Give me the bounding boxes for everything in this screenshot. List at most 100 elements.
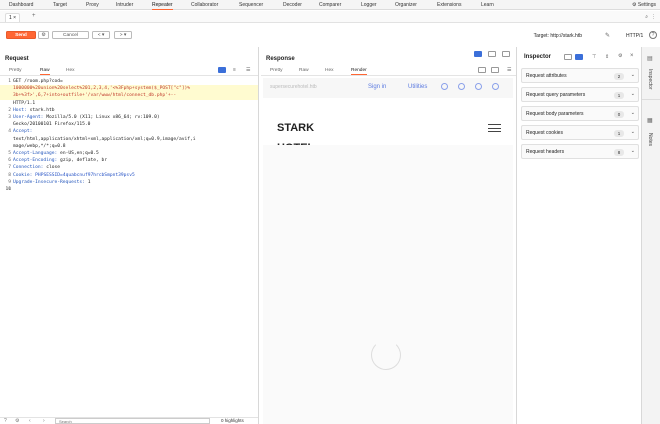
- nav-tab-dashboard[interactable]: Dashboard: [9, 0, 33, 10]
- gear-icon: ⚙: [632, 2, 637, 8]
- request-editor[interactable]: 1 GET /room.php?cod= 1000000%20union%20se…: [0, 78, 258, 192]
- loading-spinner: [371, 340, 401, 370]
- chevron-down-icon: ⌄: [630, 91, 635, 97]
- nav-tab-logger[interactable]: Logger: [361, 0, 377, 10]
- nav-tab-comparer[interactable]: Comparer: [319, 0, 341, 10]
- notes-icon[interactable]: ▦: [647, 117, 653, 124]
- menu-icon[interactable]: ☰: [246, 67, 250, 73]
- gear-icon[interactable]: ⚙: [618, 53, 622, 59]
- nav-tab-sequencer[interactable]: Sequencer: [239, 0, 263, 10]
- inspector-row-cookies[interactable]: Request cookies 1 ⌄: [521, 125, 639, 140]
- inspector-row-headers[interactable]: Request headers 8 ⌄: [521, 144, 639, 159]
- search-icon[interactable]: ⌕: [645, 14, 648, 20]
- add-tab-button[interactable]: +: [32, 13, 36, 19]
- response-panel: Response Pretty Raw Hex Render ☰ superse…: [261, 47, 517, 424]
- chevron-down-icon: ⌄: [630, 110, 635, 116]
- chevron-down-icon: ⌄: [630, 148, 635, 154]
- http-version-label[interactable]: HTTP/1: [626, 33, 643, 39]
- send-button[interactable]: Send: [6, 31, 36, 39]
- nav-tab-intruder[interactable]: Intruder: [116, 0, 133, 10]
- chevron-down-icon: ⌄: [630, 129, 635, 135]
- social-icon[interactable]: [458, 83, 465, 90]
- previous-icon[interactable]: ‹: [29, 418, 31, 424]
- target-label[interactable]: Target: http://stark.htb: [534, 33, 582, 39]
- inspector-row-query-params[interactable]: Request query parameters 1 ⌄: [521, 87, 639, 102]
- gear-icon[interactable]: ⚙: [15, 418, 19, 424]
- response-tab-hex[interactable]: Hex: [325, 68, 334, 73]
- inspector-row-body-params[interactable]: Request body parameters 0 ⌄: [521, 106, 639, 121]
- http-version-text: HTTP/1.1: [13, 100, 36, 106]
- align-icon[interactable]: ⊤: [592, 54, 596, 60]
- close-icon[interactable]: ×: [630, 53, 634, 59]
- nav-tab-repeater[interactable]: Repeater: [152, 0, 173, 10]
- inspector-row-count: 1: [614, 129, 624, 137]
- brand-top-text: supersecurehotel.htb: [270, 84, 317, 90]
- nav-tab-decoder[interactable]: Decoder: [283, 0, 302, 10]
- help-icon[interactable]: ?: [4, 418, 7, 424]
- wrap-toggle-icon[interactable]: [218, 67, 226, 73]
- nav-tab-collaborator[interactable]: Collaborator: [191, 0, 218, 10]
- request-tab-raw[interactable]: Raw: [40, 68, 50, 75]
- response-view-tabs: Pretty Raw Hex Render ☰: [261, 67, 516, 76]
- cancel-button[interactable]: Cancel: [52, 31, 89, 39]
- signin-link[interactable]: Sign in: [368, 84, 386, 90]
- sidebar-tab-inspector[interactable]: Inspector: [647, 69, 653, 90]
- header-key: Accept-Language: [13, 151, 55, 157]
- inspector-panel-icon[interactable]: ▤: [647, 55, 653, 62]
- help-icon[interactable]: ?: [649, 31, 657, 39]
- nav-tab-extensions[interactable]: Extensions: [437, 0, 461, 10]
- inspector-row-count: 1: [614, 91, 624, 99]
- forward-button[interactable]: > ▾: [114, 31, 132, 39]
- newline-toggle-icon[interactable]: [491, 67, 499, 73]
- response-tab-pretty[interactable]: Pretty: [270, 68, 283, 73]
- repeater-tab-bar: 1 × + ⌕ ⋮: [0, 11, 660, 23]
- header-key: Host: [13, 107, 25, 113]
- response-title: Response: [266, 56, 295, 62]
- response-tab-render[interactable]: Render: [351, 68, 367, 75]
- response-tab-raw[interactable]: Raw: [299, 68, 309, 73]
- rendered-header-bar: supersecurehotel.htb Sign in Utilities: [263, 78, 513, 98]
- gear-icon[interactable]: ⚙: [38, 31, 49, 39]
- sidebar-tab-notes[interactable]: Notes: [647, 133, 653, 146]
- menu-icon[interactable]: ☰: [507, 67, 511, 73]
- nav-tab-organizer[interactable]: Organizer: [395, 0, 417, 10]
- highlights-count: 0 highlights: [221, 418, 244, 423]
- sidebar-divider: [642, 99, 660, 100]
- inspector-row-count: 2: [614, 72, 624, 80]
- header-key: Connection: [13, 165, 41, 171]
- right-sidebar: ▤ Inspector ▦ Notes: [641, 47, 660, 424]
- header-value: PHPSESSID=4quabcnuf97hrcbSmpnt39psv5: [35, 172, 135, 178]
- layout-tabs-icon[interactable]: [502, 51, 510, 57]
- inspector-row-label: Request attributes: [526, 73, 567, 79]
- nav-tab-proxy[interactable]: Proxy: [86, 0, 99, 10]
- view-list-icon[interactable]: [564, 54, 572, 60]
- layout-split-icon[interactable]: [474, 51, 482, 57]
- edit-pencil-icon[interactable]: ✎: [605, 32, 610, 39]
- utilities-link[interactable]: Utilities: [408, 84, 427, 90]
- inspector-row-request-attributes[interactable]: Request attributes 2 ⌄: [521, 68, 639, 83]
- social-icon[interactable]: [475, 83, 482, 90]
- newline-toggle-icon[interactable]: ≡: [233, 67, 236, 73]
- settings-button[interactable]: ⚙ Settings: [632, 0, 656, 10]
- header-key: Upgrade-Insecure-Requests: [13, 179, 83, 185]
- hamburger-icon[interactable]: [488, 124, 501, 132]
- inspector-title: Inspector: [524, 54, 552, 60]
- nav-tab-target[interactable]: Target: [53, 0, 67, 10]
- header-key: Accept-Encoding: [13, 158, 55, 164]
- view-grid-icon[interactable]: [575, 54, 583, 60]
- request-tab-pretty[interactable]: Pretty: [9, 68, 22, 73]
- social-icon[interactable]: [492, 83, 499, 90]
- header-value: gzip, deflate, br: [60, 158, 108, 164]
- repeater-tab-1[interactable]: 1 ×: [5, 13, 21, 22]
- request-tab-hex[interactable]: Hex: [66, 68, 75, 73]
- more-vertical-icon[interactable]: ⋮: [651, 14, 656, 20]
- social-icon[interactable]: [441, 83, 448, 90]
- nav-tab-learn[interactable]: Learn: [481, 0, 494, 10]
- split-icon[interactable]: ⇕: [605, 54, 609, 60]
- rendered-page: supersecurehotel.htb Sign in Utilities S…: [263, 78, 513, 424]
- copy-icon[interactable]: [478, 67, 486, 73]
- next-icon[interactable]: ›: [43, 418, 45, 424]
- layout-horizontal-icon[interactable]: [488, 51, 496, 57]
- back-button[interactable]: < ▾: [92, 31, 110, 39]
- search-input[interactable]: [55, 418, 210, 424]
